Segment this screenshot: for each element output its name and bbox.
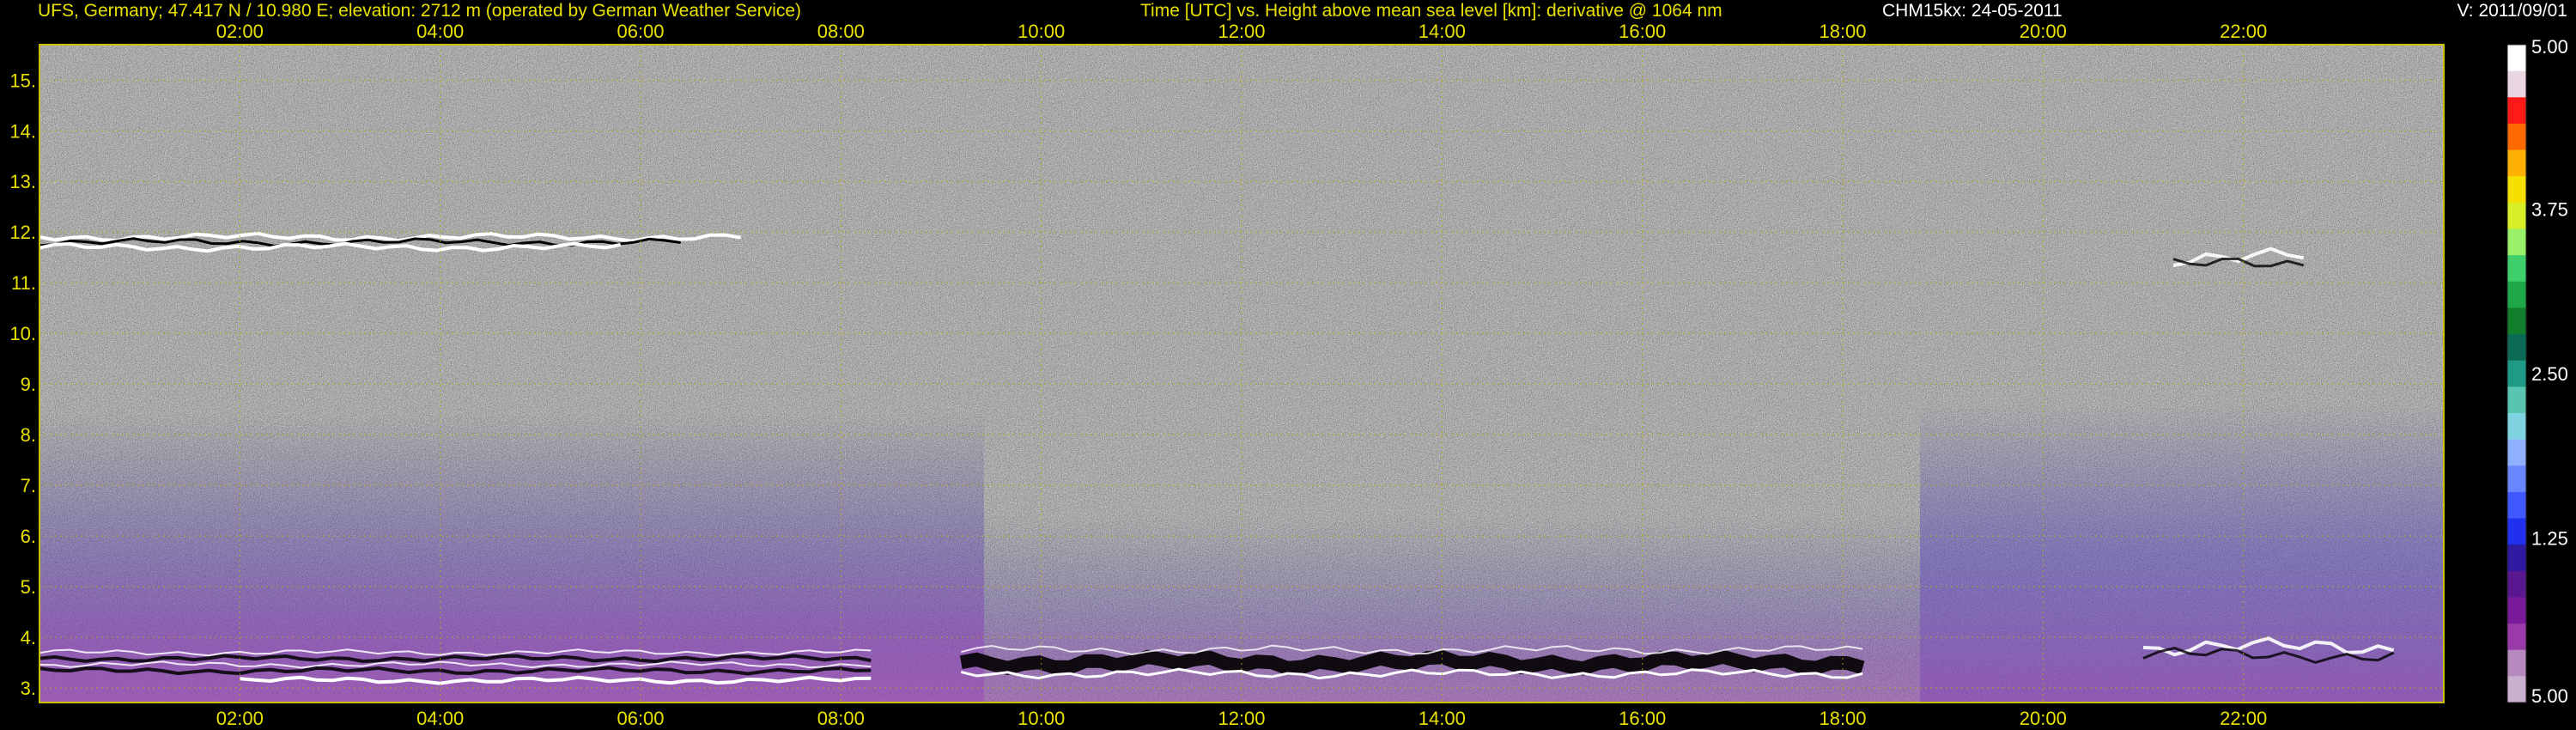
colorbar-tick-label: 1.25 bbox=[2531, 528, 2568, 550]
x-tick-label-top: 06:00 bbox=[617, 21, 664, 42]
colorbar-swatch bbox=[2507, 649, 2526, 677]
colorbar-swatch bbox=[2507, 676, 2526, 703]
y-tick-label: 15. bbox=[9, 70, 36, 91]
colorbar-swatch bbox=[2507, 176, 2526, 204]
x-tick-label-top: 16:00 bbox=[1619, 21, 1666, 42]
colorbar-swatch bbox=[2507, 334, 2526, 362]
colorbar-swatch bbox=[2507, 149, 2526, 177]
x-axis-bottom: 02:00 04:00 06:00 08:00 10:00 12:00 14:00 16:00… bbox=[216, 708, 2267, 729]
x-tick-label-bottom: 14:00 bbox=[1419, 708, 1466, 729]
x-tick-label-top: 12:00 bbox=[1218, 21, 1265, 42]
x-tick-label-top: 18:00 bbox=[1819, 21, 1866, 42]
y-tick-label: 7. bbox=[21, 475, 36, 496]
y-axis: 3. 4. 5. 6. 7. 8. 9. 10. 11. 12. 13. 14. 15. bbox=[9, 70, 36, 699]
x-tick-label-top: 14:00 bbox=[1419, 21, 1466, 42]
y-tick-label: 11. bbox=[11, 272, 36, 294]
colorbar-swatch bbox=[2507, 597, 2526, 624]
x-axis-top: 02:00 04:00 06:00 08:00 10:00 12:00 14:00 16:00… bbox=[216, 21, 2267, 42]
y-tick-label: 3. bbox=[21, 678, 36, 699]
colorbar-tick-label: 5.00 bbox=[2531, 36, 2568, 58]
colorbar-swatch bbox=[2507, 439, 2526, 466]
y-tick-label: 5. bbox=[21, 576, 36, 598]
x-tick-label-top: 04:00 bbox=[416, 21, 464, 42]
y-tick-label: 6. bbox=[21, 526, 36, 547]
y-tick-label: 14. bbox=[9, 120, 36, 142]
colorbar-swatch bbox=[2507, 97, 2526, 125]
colorbar-tick-label: 2.50 bbox=[2531, 363, 2568, 385]
colorbar-swatch bbox=[2507, 570, 2526, 598]
colorbar-swatch bbox=[2507, 70, 2526, 98]
colorbar-swatch bbox=[2507, 386, 2526, 414]
x-tick-label-bottom: 12:00 bbox=[1218, 708, 1265, 729]
x-tick-label-bottom: 08:00 bbox=[817, 708, 865, 729]
x-tick-label-bottom: 06:00 bbox=[617, 708, 664, 729]
y-tick-label: 13. bbox=[9, 171, 36, 192]
colorbar-swatch bbox=[2507, 255, 2526, 283]
colorbar-swatch bbox=[2507, 228, 2526, 256]
colorbar-swatch bbox=[2507, 123, 2526, 151]
x-tick-label-top: 02:00 bbox=[216, 21, 264, 42]
ceilometer-chart: 02:00 04:00 06:00 08:00 10:00 12:00 14:00 16:00… bbox=[9, 21, 2568, 729]
colorbar-swatch bbox=[2507, 202, 2526, 229]
x-tick-label-bottom: 18:00 bbox=[1819, 708, 1866, 729]
y-tick-label: 10. bbox=[9, 323, 36, 344]
colorbar-swatch bbox=[2507, 518, 2526, 545]
y-tick-label: 12. bbox=[9, 222, 36, 243]
x-tick-label-top: 20:00 bbox=[2020, 21, 2067, 42]
colorbar-swatch bbox=[2507, 544, 2526, 572]
colorbar-swatch bbox=[2507, 307, 2526, 335]
colorbar-tick-label: 3.75 bbox=[2531, 199, 2568, 221]
colorbar-swatch bbox=[2507, 412, 2526, 441]
colorbar-swatch bbox=[2507, 624, 2526, 651]
colorbar-tick-label: 5.00 bbox=[2531, 685, 2568, 707]
x-tick-label-bottom: 22:00 bbox=[2220, 708, 2267, 729]
x-tick-label-top: 10:00 bbox=[1018, 21, 1065, 42]
x-tick-label-top: 22:00 bbox=[2220, 21, 2267, 42]
x-tick-label-bottom: 20:00 bbox=[2020, 708, 2067, 729]
colorbar-swatch bbox=[2507, 281, 2526, 308]
colorbar-swatch bbox=[2507, 491, 2526, 520]
y-tick-label: 4. bbox=[21, 627, 36, 648]
colorbar-swatch bbox=[2507, 45, 2526, 72]
y-tick-label: 8. bbox=[21, 424, 36, 446]
x-tick-label-bottom: 10:00 bbox=[1018, 708, 1065, 729]
x-tick-label-bottom: 16:00 bbox=[1619, 708, 1666, 729]
x-tick-label-bottom: 02:00 bbox=[216, 708, 264, 729]
y-tick-label: 9. bbox=[21, 374, 36, 395]
colorbar-swatch bbox=[2507, 465, 2526, 493]
colorbar-swatch bbox=[2507, 360, 2526, 387]
x-tick-label-top: 08:00 bbox=[817, 21, 865, 42]
colorbar: 5.00 3.75 2.50 1.25 5.00 bbox=[2506, 36, 2568, 707]
x-tick-label-bottom: 04:00 bbox=[416, 708, 464, 729]
